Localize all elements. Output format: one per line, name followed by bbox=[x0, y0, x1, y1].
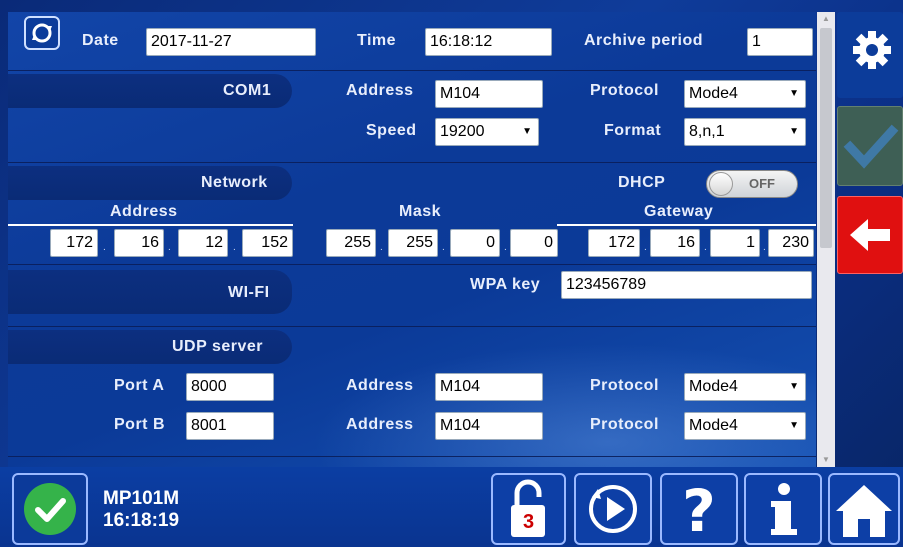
time-label: Time bbox=[357, 32, 397, 49]
svg-text:?: ? bbox=[682, 477, 716, 543]
info-button[interactable] bbox=[744, 473, 822, 545]
gear-icon bbox=[853, 31, 891, 69]
bottom-bar: MP101M 16:18:19 3 ? bbox=[0, 467, 903, 547]
vertical-scrollbar[interactable]: ▲ ▼ bbox=[817, 12, 835, 467]
status-ok-indicator[interactable] bbox=[12, 473, 88, 545]
scroll-thumb[interactable] bbox=[820, 28, 832, 248]
com1-speed-label: Speed bbox=[366, 122, 417, 139]
com1-format-select[interactable]: 8,n,1 ▼ bbox=[684, 118, 806, 146]
time-input[interactable]: 16:18:12 bbox=[425, 28, 552, 56]
com1-title: COM1 bbox=[223, 82, 272, 99]
back-button[interactable] bbox=[837, 196, 903, 274]
udp-protocol-a-select[interactable]: Mode4 ▼ bbox=[684, 373, 806, 401]
question-icon: ? bbox=[682, 477, 716, 545]
network-title: Network bbox=[201, 174, 268, 191]
divider bbox=[8, 162, 816, 163]
network-mask-label: Mask bbox=[399, 203, 442, 220]
divider bbox=[8, 70, 816, 71]
date-label: Date bbox=[82, 32, 119, 49]
udp-protocol-b-label: Protocol bbox=[590, 416, 659, 433]
screen: Date 2017-11-27 Time 16:18:12 Archive pe… bbox=[0, 0, 903, 547]
com1-speed-select[interactable]: 19200 ▼ bbox=[435, 118, 539, 146]
gateway-octet-2[interactable]: 16 bbox=[650, 229, 700, 257]
udp-address-a-input[interactable]: M104 bbox=[435, 373, 543, 401]
port-b-input[interactable]: 8001 bbox=[186, 412, 274, 440]
confirm-button[interactable] bbox=[837, 106, 903, 186]
com1-protocol-select[interactable]: Mode4 ▼ bbox=[684, 80, 806, 108]
archive-period-label: Archive period bbox=[584, 32, 704, 49]
divider bbox=[8, 456, 816, 457]
wpa-key-input[interactable]: 123456789 bbox=[561, 271, 812, 299]
scroll-down-icon[interactable]: ▼ bbox=[817, 453, 835, 467]
udp-address-a-label: Address bbox=[346, 377, 414, 394]
dhcp-toggle[interactable]: OFF bbox=[706, 170, 798, 198]
refresh-button[interactable] bbox=[24, 16, 60, 50]
gateway-group-line bbox=[557, 224, 816, 226]
refresh-icon bbox=[32, 23, 52, 43]
lock-button[interactable]: 3 bbox=[491, 473, 566, 545]
port-a-input[interactable]: 8000 bbox=[186, 373, 274, 401]
settings-panel: Date 2017-11-27 Time 16:18:12 Archive pe… bbox=[8, 12, 816, 467]
archive-period-input[interactable]: 1 bbox=[747, 28, 813, 56]
settings-button[interactable] bbox=[837, 12, 903, 98]
mask-octet-4[interactable]: 0 bbox=[510, 229, 558, 257]
udp-title: UDP server bbox=[172, 338, 263, 355]
divider bbox=[8, 326, 816, 327]
gateway-octet-3[interactable]: 1 bbox=[710, 229, 760, 257]
udp-protocol-b-value: Mode4 bbox=[689, 417, 738, 434]
play-button[interactable] bbox=[574, 473, 652, 545]
mask-octet-3[interactable]: 0 bbox=[450, 229, 500, 257]
udp-address-b-label: Address bbox=[346, 416, 414, 433]
port-b-label: Port B bbox=[114, 416, 165, 433]
network-address-label: Address bbox=[110, 203, 178, 220]
device-time: 16:18:19 bbox=[103, 510, 180, 531]
dhcp-label: DHCP bbox=[618, 174, 666, 191]
checkmark-icon bbox=[843, 124, 899, 169]
dhcp-state: OFF bbox=[749, 176, 775, 191]
divider bbox=[8, 264, 816, 265]
help-button[interactable]: ? bbox=[660, 473, 738, 545]
gateway-octet-4[interactable]: 230 bbox=[768, 229, 814, 257]
device-name: MP101M bbox=[103, 488, 180, 509]
checkmark-circle-icon bbox=[24, 483, 76, 535]
home-icon bbox=[836, 485, 892, 537]
com1-address-label: Address bbox=[346, 82, 414, 99]
arrow-left-icon bbox=[850, 219, 890, 251]
address-group-line bbox=[8, 224, 293, 226]
chevron-down-icon: ▼ bbox=[789, 420, 799, 431]
com1-format-value: 8,n,1 bbox=[689, 123, 725, 140]
home-button[interactable] bbox=[828, 473, 900, 545]
date-input[interactable]: 2017-11-27 bbox=[146, 28, 316, 56]
toggle-knob bbox=[709, 172, 733, 196]
address-octet-4[interactable]: 152 bbox=[242, 229, 293, 257]
chevron-down-icon: ▼ bbox=[789, 126, 799, 137]
chevron-down-icon: ▼ bbox=[789, 381, 799, 392]
mask-octet-1[interactable]: 255 bbox=[326, 229, 376, 257]
network-gateway-label: Gateway bbox=[644, 203, 714, 220]
udp-address-b-input[interactable]: M104 bbox=[435, 412, 543, 440]
port-a-label: Port A bbox=[114, 377, 165, 394]
address-octet-2[interactable]: 16 bbox=[114, 229, 164, 257]
wpa-key-label: WPA key bbox=[470, 276, 541, 293]
chevron-down-icon: ▼ bbox=[522, 126, 532, 137]
com1-address-input[interactable]: M104 bbox=[435, 80, 543, 108]
wifi-title: WI-FI bbox=[228, 284, 270, 301]
udp-protocol-a-value: Mode4 bbox=[689, 378, 738, 395]
com1-format-label: Format bbox=[604, 122, 662, 139]
play-icon bbox=[589, 485, 637, 533]
com1-protocol-label: Protocol bbox=[590, 82, 659, 99]
gateway-octet-1[interactable]: 172 bbox=[588, 229, 640, 257]
com1-speed-value: 19200 bbox=[440, 123, 485, 140]
udp-protocol-b-select[interactable]: Mode4 ▼ bbox=[684, 412, 806, 440]
udp-protocol-a-label: Protocol bbox=[590, 377, 659, 394]
lock-badge: 3 bbox=[523, 511, 535, 533]
address-octet-3[interactable]: 12 bbox=[178, 229, 228, 257]
address-octet-1[interactable]: 172 bbox=[50, 229, 98, 257]
scroll-up-icon[interactable]: ▲ bbox=[817, 12, 835, 26]
info-icon bbox=[771, 483, 797, 535]
com1-protocol-value: Mode4 bbox=[689, 85, 738, 102]
mask-octet-2[interactable]: 255 bbox=[388, 229, 438, 257]
chevron-down-icon: ▼ bbox=[789, 88, 799, 99]
